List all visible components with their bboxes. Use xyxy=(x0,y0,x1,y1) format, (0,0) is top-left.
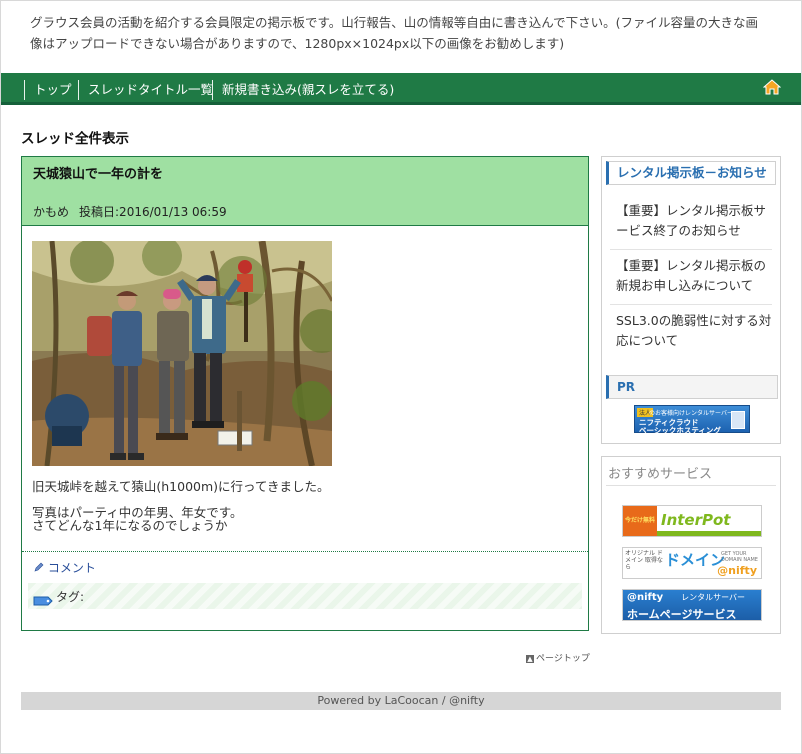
interpot-side-text: 今だけ無料 xyxy=(625,517,656,524)
nav-top-link[interactable]: トップ xyxy=(24,80,72,100)
notice-divider xyxy=(610,249,772,250)
post-title: 天城猿山で一年の計を xyxy=(33,167,164,182)
top-navbar: トップ スレッドタイトル一覧 新規書き込み(親スレを立てる) xyxy=(1,73,801,105)
notice-divider xyxy=(610,304,772,305)
post-date: 投稿日:2016/01/13 06:59 xyxy=(79,205,227,219)
recommend-box: おすすめサービス 今だけ無料 InterPot オリジナル ドメイン 取得なら … xyxy=(601,456,781,634)
pr-banner-line1: のお客様向けレンタルサーバー xyxy=(649,410,733,417)
homepage-rental-text: レンタルサーバー xyxy=(681,593,745,602)
notice-item[interactable]: SSL3.0の脆弱性に対する対応について xyxy=(616,311,774,351)
domain-side-text: オリジナル ドメイン 取得なら xyxy=(625,550,663,571)
recommend-title: おすすめサービス xyxy=(608,467,713,482)
recommend-divider xyxy=(606,485,776,486)
tag-icon xyxy=(33,591,53,606)
interpot-stripe xyxy=(657,531,761,536)
domain-logo: ドメイン xyxy=(665,551,726,569)
comment-link-label: コメント xyxy=(47,561,96,575)
server-box-icon xyxy=(731,411,745,429)
thread-post: 天城猿山で一年の計を かもめ 投稿日:2016/01/13 06:59 旧天城峠… xyxy=(21,156,589,631)
post-body: 旧天城峠を越えて猿山(h1000m)に行ってきました。 写真はパーティ中の年男、… xyxy=(32,480,572,532)
domain-small-text: GET YOUR DOMAIN NAME xyxy=(721,551,758,563)
interpot-logo: InterPot xyxy=(661,511,731,529)
pr-title: PR xyxy=(606,375,778,399)
tag-bar: タグ: xyxy=(28,583,582,609)
post-author: かもめ xyxy=(33,205,70,219)
post-photo[interactable] xyxy=(32,241,332,466)
nav-new-post-link[interactable]: 新規書き込み(親スレを立てる) xyxy=(212,80,394,100)
domain-banner[interactable]: オリジナル ドメイン 取得なら ドメイン GET YOUR DOMAIN NAM… xyxy=(622,547,762,579)
post-meta: かもめ 投稿日:2016/01/13 06:59 xyxy=(33,203,227,220)
footer: Powered by LaCoocan / @nifty xyxy=(21,692,781,710)
page-top-link[interactable]: ▲ ページトップ xyxy=(526,651,590,664)
tag-label: タグ: xyxy=(56,590,85,604)
homepage-main-text: ホームページサービス xyxy=(627,608,737,621)
notice-item[interactable]: 【重要】レンタル掲示板の新規お申し込みについて xyxy=(616,256,774,296)
home-icon[interactable] xyxy=(762,79,782,95)
page-top-label: ページトップ xyxy=(536,654,590,664)
nav-thread-list-link[interactable]: スレッドタイトル一覧 xyxy=(78,80,213,100)
domain-brand: @nifty xyxy=(717,564,757,577)
arrow-up-icon: ▲ xyxy=(526,654,534,663)
notice-title: レンタル掲示板－お知らせ xyxy=(606,161,776,185)
pr-banner-line3: ベーシックホスティング xyxy=(639,426,721,435)
post-body-line: 旧天城峠を越えて猿山(h1000m)に行ってきました。 xyxy=(32,479,330,494)
comment-link[interactable]: コメント xyxy=(34,559,96,576)
board-description: グラウス会員の活動を紹介する会員限定の掲示板です。山行報告、山の情報等自由に書き… xyxy=(30,15,759,51)
post-header: 天城猿山で一年の計を かもめ 投稿日:2016/01/13 06:59 xyxy=(22,157,588,226)
pr-banner[interactable]: 法人 のお客様向けレンタルサーバー ニフティクラウド ベーシックホスティング xyxy=(634,405,750,435)
interpot-banner[interactable]: 今だけ無料 InterPot xyxy=(622,505,762,537)
post-body-line: さてどんな1年になるのでしょうか xyxy=(32,518,228,533)
homepage-service-banner[interactable]: @nifty レンタルサーバー ホームページサービス xyxy=(622,589,762,621)
pencil-icon xyxy=(34,561,48,575)
post-divider xyxy=(22,551,588,552)
notice-box: レンタル掲示板－お知らせ 【重要】レンタル掲示板サービス終了のお知らせ 【重要】… xyxy=(601,156,781,444)
section-title: スレッド全件表示 xyxy=(21,131,129,147)
notice-item[interactable]: 【重要】レンタル掲示板サービス終了のお知らせ xyxy=(616,201,774,241)
homepage-brand: @nifty xyxy=(627,592,664,603)
interpot-badge: 今だけ無料 xyxy=(623,506,657,536)
